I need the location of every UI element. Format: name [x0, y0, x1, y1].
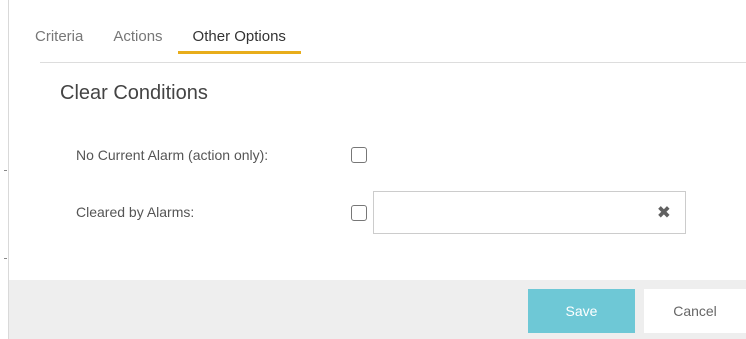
cleared-by-alarms-label: Cleared by Alarms: — [76, 204, 195, 220]
tab-criteria[interactable]: Criteria — [20, 18, 98, 52]
panel-resize-tick — [4, 170, 7, 171]
cancel-button[interactable]: Cancel — [644, 289, 746, 333]
tab-divider — [40, 62, 746, 63]
cleared-by-alarms-checkbox[interactable] — [351, 205, 367, 221]
save-button[interactable]: Save — [528, 289, 635, 333]
tab-actions[interactable]: Actions — [98, 18, 177, 52]
cleared-by-alarms-input[interactable]: ✖ — [373, 191, 686, 234]
panel-resize-tick — [4, 258, 7, 259]
section-title: Clear Conditions — [60, 82, 208, 104]
footer-bar — [9, 280, 746, 339]
close-icon[interactable]: ✖ — [657, 204, 671, 221]
no-current-alarm-label: No Current Alarm (action only): — [76, 147, 269, 163]
no-current-alarm-checkbox[interactable] — [351, 147, 367, 163]
tab-bar: Criteria Actions Other Options — [20, 18, 302, 62]
tab-other-options[interactable]: Other Options — [177, 18, 302, 54]
